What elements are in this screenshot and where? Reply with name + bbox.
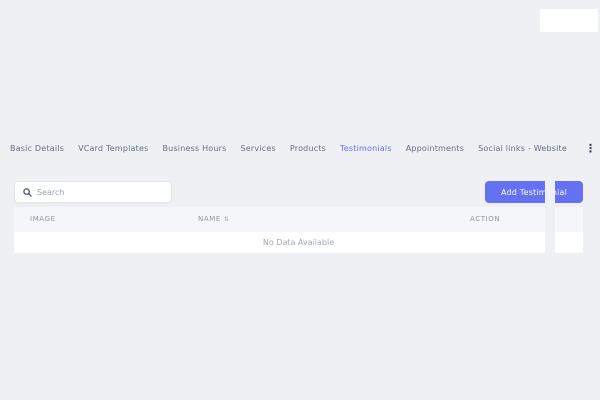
- tab-basic-details[interactable]: Basic Details: [10, 136, 64, 162]
- page: Basic Details VCard Templates Business H…: [0, 0, 600, 400]
- tab-bar: Basic Details VCard Templates Business H…: [10, 136, 598, 162]
- layout-gap-strip: [545, 172, 555, 262]
- topbar-white-panel: [540, 9, 598, 32]
- tab-products[interactable]: Products: [290, 136, 326, 162]
- tab-services[interactable]: Services: [241, 136, 276, 162]
- tab-appointments[interactable]: Appointments: [406, 136, 464, 162]
- column-header-name[interactable]: NAME ⇅: [198, 207, 230, 232]
- column-header-action: ACTION: [470, 215, 501, 223]
- table-empty-row: No Data Available: [14, 232, 583, 253]
- add-testimonial-button[interactable]: Add Testimonial: [485, 181, 583, 203]
- table-header-row: IMAGE NAME ⇅ ACTION: [14, 207, 583, 232]
- tab-social-links-website[interactable]: Social links - Website: [478, 136, 567, 162]
- testimonials-table: IMAGE NAME ⇅ ACTION No Data Available: [14, 207, 583, 253]
- search-input[interactable]: [37, 187, 163, 197]
- search-icon: [23, 187, 32, 197]
- tab-testimonials[interactable]: Testimonials: [340, 136, 392, 162]
- search-box[interactable]: [14, 181, 172, 203]
- tab-vcard-templates[interactable]: VCard Templates: [78, 136, 148, 162]
- sort-icon[interactable]: ⇅: [224, 216, 230, 223]
- column-header-image: IMAGE: [30, 215, 56, 223]
- tab-business-hours[interactable]: Business Hours: [162, 136, 226, 162]
- column-header-name-label: NAME: [198, 215, 221, 223]
- kebab-menu-icon[interactable]: ⋮: [585, 136, 596, 162]
- empty-message: No Data Available: [262, 238, 335, 247]
